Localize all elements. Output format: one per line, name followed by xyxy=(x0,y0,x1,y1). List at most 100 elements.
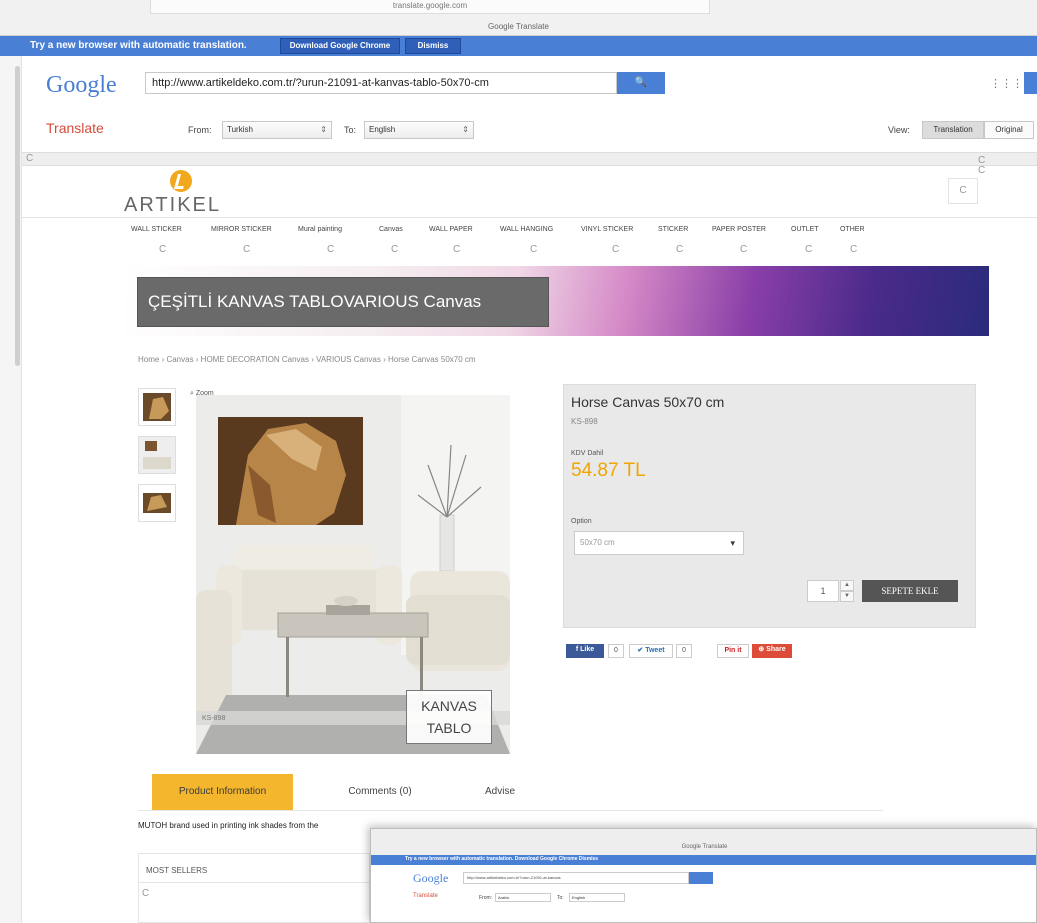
from-label: From: xyxy=(188,125,212,135)
second-window-promo-text: Try a new browser with automatic transla… xyxy=(405,856,599,862)
loading-spinner-icon: C xyxy=(978,165,986,176)
apps-grid-icon[interactable]: ⋮⋮⋮ xyxy=(990,78,1023,90)
product-code: KS-898 xyxy=(571,417,598,426)
second-window-translate-label: Translate xyxy=(413,893,438,899)
quantity-decrease-button[interactable]: ▼ xyxy=(840,591,854,602)
second-browser-window[interactable]: Google Translate Try a new browser with … xyxy=(370,828,1037,923)
loading-spinner-icon: C xyxy=(740,244,748,255)
search-button[interactable]: 🔍 xyxy=(617,72,665,94)
pinterest-button[interactable]: Pin it xyxy=(717,644,749,658)
quantity-increase-button[interactable]: ▲ xyxy=(840,580,854,591)
select-arrow-icon: ⇕ xyxy=(320,125,327,134)
nav-item-mural-painting[interactable]: Mural painting xyxy=(298,226,342,233)
product-thumbnail[interactable] xyxy=(138,388,176,426)
nav-item-wall-paper[interactable]: WALL PAPER xyxy=(429,226,473,233)
view-translation-button[interactable]: Translation xyxy=(922,121,984,139)
promo-text: Try a new browser with automatic transla… xyxy=(30,40,247,51)
product-thumbnail[interactable] xyxy=(138,436,176,474)
to-label: To: xyxy=(344,125,357,135)
artikel-logo-icon[interactable] xyxy=(170,170,192,192)
kanvas-tablo-watermark: KANVAS TABLO xyxy=(406,690,492,744)
quantity-input[interactable]: 1 xyxy=(807,580,839,602)
artikel-logo[interactable]: ARTIKEL xyxy=(124,194,221,217)
second-window-url-input[interactable]: http://www.artikeldeko.com.tr/?urun-2109… xyxy=(463,872,689,884)
second-window-search-button[interactable] xyxy=(689,872,713,884)
translate-url-input[interactable]: http://www.artikeldeko.com.tr/?urun-2109… xyxy=(145,72,617,94)
address-bar[interactable]: translate.google.com xyxy=(150,0,710,14)
dismiss-button[interactable]: Dismiss xyxy=(405,38,461,54)
loading-spinner-icon: C xyxy=(159,244,167,255)
download-chrome-button[interactable]: Download Google Chrome xyxy=(280,38,400,54)
nav-item-outlet[interactable]: OUTLET xyxy=(791,226,819,233)
like-label: Like xyxy=(580,646,595,653)
watermark-line-1: KANVAS xyxy=(421,698,477,714)
to-language-value: English xyxy=(369,125,396,134)
scrollbar-thumb[interactable] xyxy=(15,66,20,366)
add-to-cart-button[interactable]: SEPETE EKLE xyxy=(862,580,958,602)
product-title: Horse Canvas 50x70 cm xyxy=(571,394,725,410)
window-title: Google Translate xyxy=(488,22,549,31)
tab-comments[interactable]: Comments (0) xyxy=(325,774,435,810)
product-thumbnail[interactable] xyxy=(138,484,176,522)
nav-item-wall-sticker[interactable]: WALL STICKER xyxy=(131,226,182,233)
nav-item-wall-hanging[interactable]: WALL HANGING xyxy=(500,226,553,233)
product-price: 54.87 TL xyxy=(571,460,646,481)
facebook-like-button[interactable]: f Like xyxy=(566,644,604,658)
translate-divider xyxy=(22,152,1037,166)
nav-item-sticker[interactable]: STICKER xyxy=(658,226,688,233)
nav-item-paper-poster[interactable]: PAPER POSTER xyxy=(712,226,766,233)
tabs-divider xyxy=(138,810,883,811)
breadcrumb[interactable]: Home › Canvas › HOME DECORATION Canvas ›… xyxy=(138,355,476,364)
thumbnail-image xyxy=(143,493,171,513)
from-language-select[interactable]: Turkish ⇕ xyxy=(222,121,332,139)
category-banner-title: ÇEŞİTLİ KANVAS TABLOVARIOUS Canvas xyxy=(137,277,549,327)
nav-divider xyxy=(22,217,1037,218)
sign-in-button[interactable] xyxy=(1024,72,1037,94)
vat-label: KDV Dahil xyxy=(571,450,604,457)
second-window-google-logo[interactable]: Google xyxy=(413,871,448,886)
nav-item-canvas[interactable]: Canvas xyxy=(379,226,403,233)
nav-item-vinyl-sticker[interactable]: VINYL STICKER xyxy=(581,226,633,233)
loading-spinner-icon: C xyxy=(850,244,858,255)
second-window-from-select[interactable]: Arabic xyxy=(495,893,551,902)
loading-spinner-icon: C xyxy=(612,244,620,255)
select-arrow-icon: ⇕ xyxy=(462,125,469,134)
tab-product-information[interactable]: Product Information xyxy=(152,774,293,810)
zoom-icon: ⌕ xyxy=(190,390,194,397)
second-window-title: Google Translate xyxy=(371,829,1036,855)
google-share-button[interactable]: ⊕ Share xyxy=(752,644,792,658)
like-count: 0 xyxy=(608,644,624,658)
thumbnail-image xyxy=(143,393,171,421)
thumbnail-image xyxy=(139,437,175,473)
tweet-button[interactable]: ✔ Tweet xyxy=(629,644,673,658)
translate-label: Translate xyxy=(46,120,104,136)
dropdown-arrow-icon: ▾ xyxy=(730,538,735,548)
option-select[interactable]: 50x70 cm ▾ xyxy=(574,531,744,555)
second-window-to-select[interactable]: English xyxy=(569,893,625,902)
from-language-value: Turkish xyxy=(227,125,253,134)
loading-spinner-icon: C xyxy=(391,244,399,255)
loading-spinner-box: C xyxy=(948,178,978,204)
loading-spinner-icon: C xyxy=(243,244,251,255)
tweet-label: Tweet xyxy=(645,647,665,654)
google-logo[interactable]: Google xyxy=(46,72,117,99)
loading-spinner-icon: C xyxy=(959,185,967,196)
option-label: Option xyxy=(571,518,592,525)
second-window-from-label: From: xyxy=(479,895,493,901)
loading-spinner-icon: C xyxy=(805,244,813,255)
tab-advise[interactable]: Advise xyxy=(465,774,535,810)
view-original-button[interactable]: Original xyxy=(984,121,1034,139)
search-icon: 🔍 xyxy=(634,77,648,88)
to-language-select[interactable]: English ⇕ xyxy=(364,121,474,139)
most-sellers-panel xyxy=(138,853,370,923)
share-label: Share xyxy=(766,646,786,653)
most-sellers-divider xyxy=(138,882,370,883)
view-label: View: xyxy=(888,125,910,135)
loading-spinner-icon: C xyxy=(676,244,684,255)
nav-item-mirror-sticker[interactable]: MIRROR STICKER xyxy=(211,226,272,233)
tweet-count: 0 xyxy=(676,644,692,658)
nav-item-other[interactable]: OTHER xyxy=(840,226,865,233)
loading-spinner-icon: C xyxy=(530,244,538,255)
loading-spinner-icon: C xyxy=(142,888,150,899)
image-code-label: KS-898 xyxy=(202,715,226,722)
